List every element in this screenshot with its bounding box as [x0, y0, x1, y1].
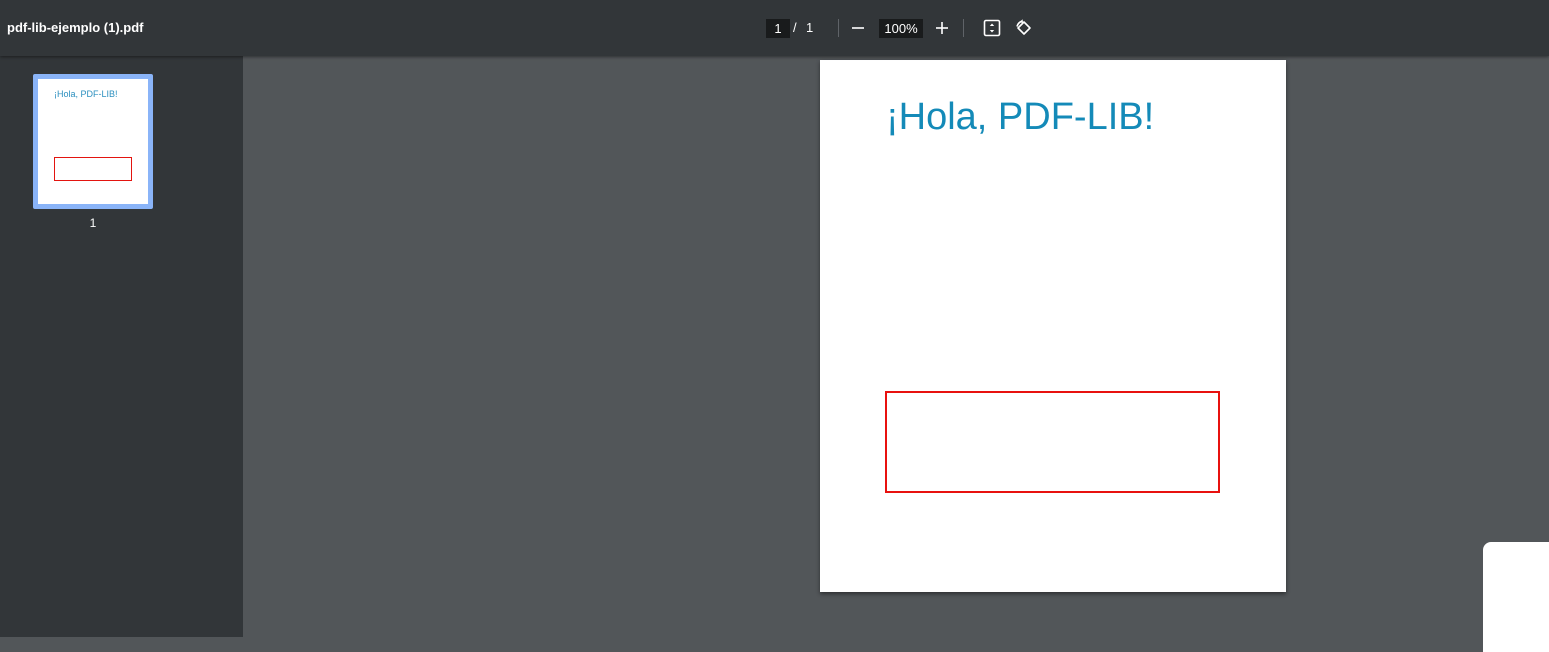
current-page-input[interactable]: [766, 19, 790, 38]
page-heading: ¡Hola, PDF-LIB!: [886, 96, 1155, 138]
page-thumbnail[interactable]: ¡Hola, PDF-LIB!: [33, 74, 153, 209]
page-separator: /: [793, 20, 797, 35]
document-title: pdf-lib-ejemplo (1).pdf: [7, 20, 144, 35]
total-pages: 1: [806, 20, 814, 35]
zoom-in-button[interactable]: [928, 14, 956, 42]
document-viewer[interactable]: ¡Hola, PDF-LIB!: [243, 56, 1549, 637]
pdf-toolbar: pdf-lib-ejemplo (1).pdf / 1: [0, 0, 1549, 56]
pdf-page: ¡Hola, PDF-LIB!: [820, 60, 1286, 592]
zoom-out-button[interactable]: [844, 14, 872, 42]
toolbar-divider: [838, 19, 839, 37]
rotate-button[interactable]: [1010, 14, 1038, 42]
minus-icon: [852, 27, 864, 29]
red-rectangle: [885, 391, 1220, 493]
zoom-level-input[interactable]: [879, 19, 923, 38]
thumbnail-page-number: 1: [89, 216, 97, 230]
thumbnail-sidebar: ¡Hola, PDF-LIB! 1: [0, 56, 243, 637]
rotate-counterclockwise-icon: [1016, 19, 1031, 35]
plus-icon: [936, 22, 948, 34]
thumbnail-preview-text: ¡Hola, PDF-LIB!: [54, 89, 118, 99]
fit-to-page-icon: [983, 19, 1001, 37]
overlay-panel: [1483, 542, 1549, 652]
toolbar-divider: [963, 19, 964, 37]
fit-to-page-button[interactable]: [978, 14, 1006, 42]
thumbnail-preview-rectangle: [54, 157, 132, 181]
